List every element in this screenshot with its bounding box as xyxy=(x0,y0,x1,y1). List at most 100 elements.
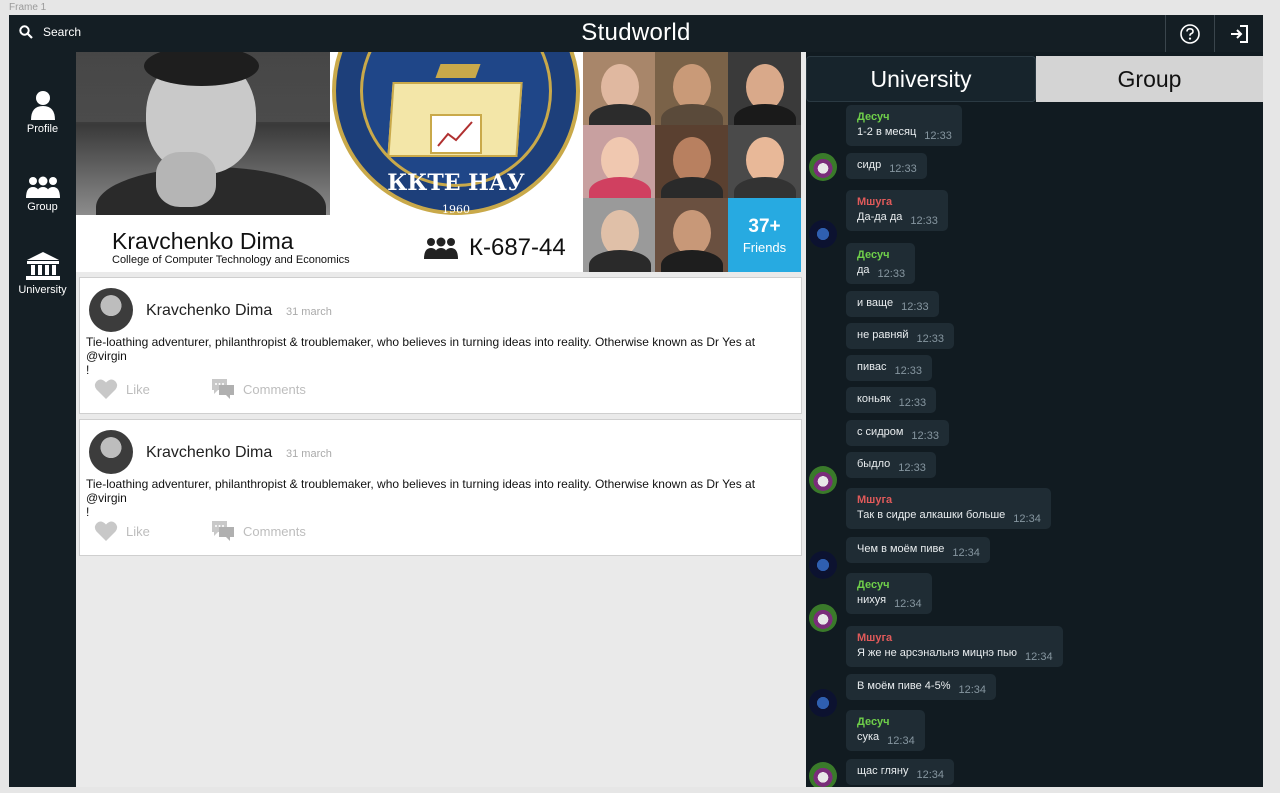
chat-message: сидр 12:33 xyxy=(846,153,927,179)
message-text: 1-2 в месяц xyxy=(857,126,917,138)
message-time: 12:33 xyxy=(911,430,939,442)
friend-photo[interactable] xyxy=(655,52,728,125)
logout-button[interactable] xyxy=(1214,15,1263,52)
sidebar-item-profile[interactable]: Profile xyxy=(9,90,76,135)
avatar[interactable] xyxy=(809,689,837,717)
chat-message: щас гляну 12:34 xyxy=(846,759,954,785)
sidebar: Profile Group University xyxy=(9,52,76,787)
profile-photo[interactable] xyxy=(76,52,330,215)
comments-button[interactable]: Comments xyxy=(211,378,306,400)
sidebar-item-label: Group xyxy=(27,201,58,213)
message-time: 12:33 xyxy=(916,333,945,345)
comments-button[interactable]: Comments xyxy=(211,520,306,542)
message-text: коньяк xyxy=(857,393,891,405)
message-sender: Десуч xyxy=(857,249,890,261)
avatar[interactable] xyxy=(809,604,837,632)
message-text: с сидром xyxy=(857,426,904,438)
message-sender: Мшуга xyxy=(857,196,893,208)
chat-message: Десуч сука 12:34 xyxy=(846,710,925,751)
avatar[interactable] xyxy=(89,288,133,332)
group-tag[interactable]: К-687-44 xyxy=(421,234,566,262)
avatar[interactable] xyxy=(809,466,837,494)
message-time: 12:34 xyxy=(887,735,915,747)
mention-link[interactable]: @virgin xyxy=(86,491,756,505)
message-text: щас гляну xyxy=(857,765,909,777)
heart-icon xyxy=(94,379,118,399)
chat-message: Десуч 1-2 в месяц 12:33 xyxy=(846,105,962,146)
chat-message: не равняй 12:33 xyxy=(846,323,955,349)
like-button[interactable]: Like xyxy=(94,378,150,400)
message-time: 12:34 xyxy=(958,684,987,696)
message-time: 12:34 xyxy=(1013,513,1041,525)
post-author[interactable]: Kravchenko Dima xyxy=(146,302,272,320)
friends-count-tile[interactable]: 37+ Friends xyxy=(728,198,801,272)
post-author[interactable]: Kravchenko Dima xyxy=(146,444,272,462)
comments-icon xyxy=(212,521,234,541)
friends-grid: 37+ Friends xyxy=(583,52,801,272)
chat-message: с сидром 12:33 xyxy=(846,420,949,446)
friend-photo[interactable] xyxy=(655,125,728,198)
message-time: 12:33 xyxy=(910,215,938,227)
message-text: не равняй xyxy=(857,329,909,341)
sidebar-item-label: University xyxy=(18,284,67,296)
friend-photo[interactable] xyxy=(583,125,655,198)
app-title: Studworld xyxy=(581,19,691,46)
friends-count: 37+ xyxy=(748,215,781,237)
avatar[interactable] xyxy=(809,551,837,579)
friend-photo[interactable] xyxy=(728,125,801,198)
tab-university[interactable]: University xyxy=(806,56,1036,102)
chat-tabs: University Group xyxy=(806,52,1263,104)
chat-message: Мшуга Да-да да 12:33 xyxy=(846,190,948,231)
mention-link[interactable]: @virgin xyxy=(86,349,756,363)
friend-photo[interactable] xyxy=(655,198,728,272)
message-sender: Десуч xyxy=(857,111,890,123)
message-sender: Десуч xyxy=(857,579,890,591)
profile-college: College of Computer Technology and Econo… xyxy=(112,254,350,266)
friend-photo[interactable] xyxy=(583,52,655,125)
avatar[interactable] xyxy=(809,220,837,248)
search-icon xyxy=(19,25,33,39)
chat-panel: University Group Десуч 1-2 в месяц 12:33 … xyxy=(806,52,1263,787)
message-text: сидр xyxy=(857,159,882,171)
profile-cover: ККТЕ НАУ 1960 37+ Friends Kravchenko Dim… xyxy=(76,52,801,272)
comments-icon xyxy=(212,379,234,399)
help-icon xyxy=(1180,23,1200,44)
chat-message: Десуч нихуя 12:34 xyxy=(846,573,932,614)
chat-message: В моём пиве 4-5% 12:34 xyxy=(846,674,997,700)
message-text: сука xyxy=(857,731,880,743)
message-text: и ваще xyxy=(857,297,894,309)
friend-photo[interactable] xyxy=(583,198,655,272)
message-time: 12:33 xyxy=(889,163,917,175)
post-date: 31 march xyxy=(286,448,332,460)
chat-message: пивас 12:33 xyxy=(846,355,932,381)
like-label: Like xyxy=(126,381,150,397)
message-text: пивас xyxy=(857,361,887,373)
friends-label: Friends xyxy=(742,239,787,255)
like-button[interactable]: Like xyxy=(94,520,150,542)
post-card: Kravchenko Dima 31 march Tie-loathing ad… xyxy=(79,277,802,414)
avatar[interactable] xyxy=(809,153,837,181)
avatar[interactable] xyxy=(809,762,837,787)
message-time: 12:34 xyxy=(916,769,944,781)
message-text: да xyxy=(857,264,870,276)
sidebar-item-group[interactable]: Group xyxy=(9,176,76,213)
friend-photo[interactable] xyxy=(728,52,801,125)
message-time: 12:34 xyxy=(894,598,922,610)
avatar[interactable] xyxy=(89,430,133,474)
heart-icon xyxy=(94,521,118,541)
chat-message: Мшуга Так в сидре алкашки больше 12:34 xyxy=(846,488,1051,529)
message-text: быдло xyxy=(857,458,891,470)
help-button[interactable] xyxy=(1165,15,1214,52)
message-time: 12:33 xyxy=(898,397,927,409)
message-text: Так в сидре алкашки больше xyxy=(857,509,1006,521)
search-button[interactable]: Search xyxy=(19,25,81,39)
sidebar-item-university[interactable]: University xyxy=(9,251,76,296)
message-time: 12:34 xyxy=(952,547,980,559)
post-date: 31 march xyxy=(286,306,332,318)
tab-group[interactable]: Group xyxy=(1036,56,1263,102)
frame-label: Frame 1 xyxy=(9,2,47,13)
message-text: нихуя xyxy=(857,594,887,606)
sidebar-item-label: Profile xyxy=(26,123,59,135)
message-text: Да-да да xyxy=(857,211,903,223)
chat-message: быдло 12:33 xyxy=(846,452,936,478)
